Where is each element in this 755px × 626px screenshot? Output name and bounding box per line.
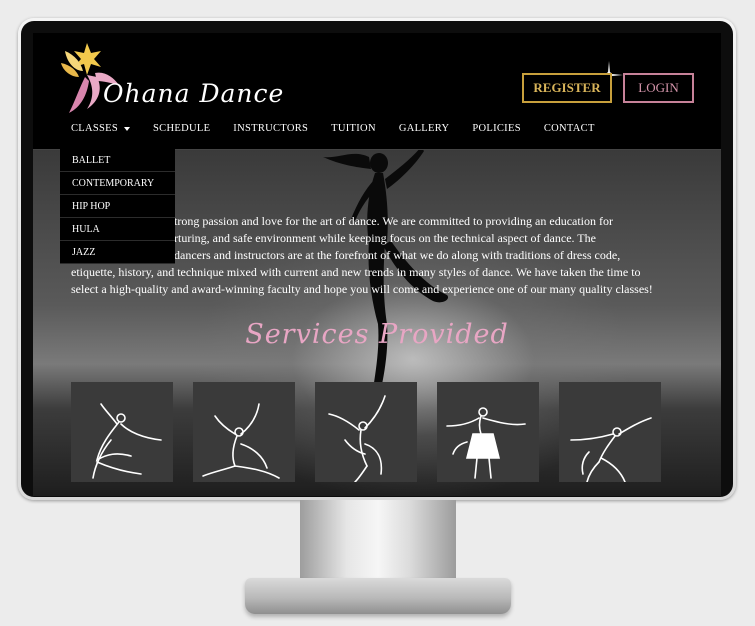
service-card-contemporary[interactable] — [193, 382, 295, 482]
nav-item-policies[interactable]: POLICIES — [472, 123, 521, 134]
service-card-ballet[interactable] — [71, 382, 173, 482]
services-title: Services Provided — [245, 319, 509, 350]
nav-item-instructors[interactable]: INSTRUCTORS — [233, 123, 308, 134]
main-nav: CLASSES SCHEDULE INSTRUCTORS TUITION GAL… — [71, 123, 618, 134]
jazz-dancer-icon — [570, 417, 652, 482]
nav-item-contact[interactable]: CONTACT — [544, 123, 595, 134]
service-card-hip-hop[interactable] — [315, 382, 417, 482]
service-card-hula[interactable] — [437, 382, 539, 482]
nav-item-classes[interactable]: CLASSES — [71, 123, 131, 134]
brand-name[interactable]: Ohana Dance — [103, 79, 284, 108]
contemporary-dancer-icon — [202, 403, 280, 479]
register-button[interactable]: REGISTER — [522, 73, 612, 103]
nav-item-tuition[interactable]: TUITION — [331, 123, 376, 134]
website-screen: Ohana Dance REGISTER LOGIN CLASSES SCHED… — [33, 33, 721, 496]
monitor-stand-base — [245, 578, 511, 614]
intro-line: select a high-quality and award-winning … — [71, 282, 653, 296]
hip-hop-dancer-icon — [328, 395, 386, 482]
service-card-jazz[interactable] — [559, 382, 661, 482]
login-button[interactable]: LOGIN — [623, 73, 694, 103]
dropdown-item-contemporary[interactable]: CONTEMPORARY — [60, 172, 175, 195]
nav-item-gallery[interactable]: GALLERY — [399, 123, 450, 134]
intro-line: etiquette, history, and technique mixed … — [71, 265, 641, 279]
dropdown-item-hula[interactable]: HULA — [60, 218, 175, 241]
caret-down-icon — [124, 126, 131, 131]
dropdown-item-jazz[interactable]: JAZZ — [60, 241, 175, 264]
dropdown-item-hip-hop[interactable]: HIP HOP — [60, 195, 175, 218]
nav-item-schedule[interactable]: SCHEDULE — [153, 123, 210, 134]
hula-dancer-icon — [446, 407, 526, 479]
monitor-stand-neck — [300, 500, 456, 586]
ballet-dancer-icon — [92, 403, 162, 479]
nav-item-label: CLASSES — [71, 123, 119, 134]
monitor: Ohana Dance REGISTER LOGIN CLASSES SCHED… — [18, 18, 736, 500]
classes-dropdown-menu: BALLET CONTEMPORARY HIP HOP HULA JAZZ — [60, 149, 175, 264]
dropdown-item-ballet[interactable]: BALLET — [60, 149, 175, 172]
